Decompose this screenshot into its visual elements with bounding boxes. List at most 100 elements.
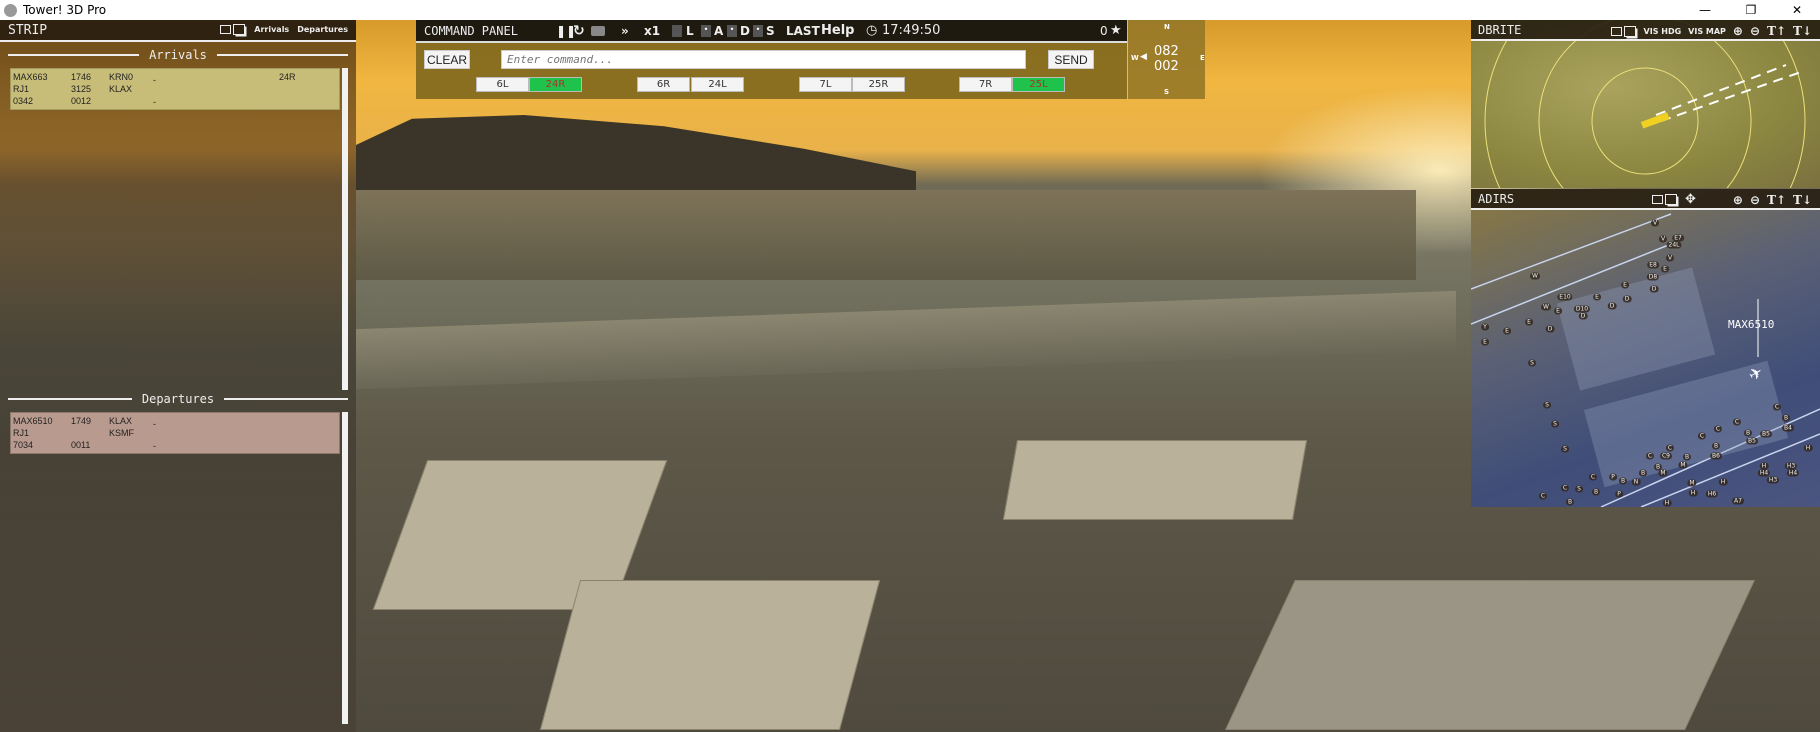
camera-icon[interactable]: [591, 25, 605, 36]
departure-strip[interactable]: MAX6510 RJ1 7034 1749 0011 KLAX KSMF - -: [10, 412, 340, 454]
filter-s[interactable]: S: [766, 24, 775, 38]
compass-west: W: [1131, 54, 1139, 62]
font-increase-icon[interactable]: T↑: [1767, 193, 1786, 207]
runway-button-24l[interactable]: 24L: [691, 77, 744, 92]
taxiway-label: B4: [1782, 424, 1794, 432]
taxiway-label: B: [1565, 498, 1575, 506]
command-input[interactable]: [501, 50, 1026, 69]
font-decrease-icon[interactable]: T↓: [1793, 24, 1812, 38]
move-icon[interactable]: ✥: [1685, 192, 1696, 207]
vis-map-button[interactable]: VIS MAP: [1688, 27, 1726, 36]
mountains: [356, 115, 916, 190]
send-button[interactable]: SEND: [1048, 50, 1094, 69]
last-button[interactable]: LAST: [786, 24, 820, 38]
taxiway-label: D: [1578, 312, 1588, 320]
zoom-out-icon[interactable]: ⊖: [1750, 24, 1760, 38]
taxiway-label: B: [1682, 453, 1692, 461]
taxiway-label: E10: [1557, 293, 1573, 301]
aircraft-callsign-label[interactable]: MAX6510: [1728, 318, 1774, 331]
strip-field[interactable]: -: [153, 75, 156, 85]
taxiway-label: Y: [1481, 323, 1489, 331]
taxiway-label: E: [1554, 307, 1562, 315]
restart-icon[interactable]: ↻: [573, 23, 585, 39]
speed-multiplier[interactable]: x1: [644, 24, 660, 38]
strip-header: STRIP Arrivals Departures: [0, 20, 356, 42]
taxiway-label: H3: [1784, 462, 1798, 470]
wind-heading: 082: [1154, 44, 1179, 59]
runway-button-7l[interactable]: 7L: [799, 77, 852, 92]
arrival-strip[interactable]: MAX663 RJ1 0342 1746 3125 0012 KRN0 KLAX…: [10, 68, 340, 110]
restore-button[interactable]: ❐: [1728, 0, 1774, 20]
help-button[interactable]: Help: [821, 23, 854, 38]
filter-a[interactable]: A: [714, 24, 723, 38]
runway-line: [1471, 213, 1672, 290]
filter-l-box[interactable]: [672, 24, 682, 37]
runway-button-25r[interactable]: 25R: [852, 77, 905, 92]
tab-departures[interactable]: Departures: [297, 25, 348, 34]
filter-a-box[interactable]: •: [701, 24, 711, 37]
font-decrease-icon[interactable]: T↓: [1793, 193, 1812, 207]
strip-origin: KLAX: [109, 416, 133, 426]
strip-squawk: 0342: [13, 96, 34, 106]
runway-button-24r[interactable]: 24R: [529, 77, 582, 92]
taxiway-label: B5: [1746, 437, 1758, 445]
dbrite-panel[interactable]: DBRITE VIS HDG VIS MAP ⊕ ⊖ T↑ T↓: [1471, 20, 1820, 188]
departures-scrollbar[interactable]: [342, 412, 348, 724]
tab-arrivals[interactable]: Arrivals: [254, 25, 289, 34]
undock-window-icon[interactable]: [220, 23, 246, 36]
minimize-button[interactable]: —: [1682, 0, 1728, 20]
undock-window-icon[interactable]: [1652, 193, 1678, 206]
taxiway-label: C: [1645, 452, 1655, 460]
filter-l[interactable]: L: [686, 24, 694, 38]
strip-field[interactable]: -: [153, 441, 156, 451]
vis-hdg-button[interactable]: VIS HDG: [1644, 27, 1682, 36]
font-increase-icon[interactable]: T↑: [1767, 24, 1786, 38]
star-icon: ★: [1110, 23, 1122, 38]
taxiway-label: V: [1650, 219, 1660, 227]
zoom-out-icon[interactable]: ⊖: [1750, 193, 1760, 207]
zoom-in-icon[interactable]: ⊕: [1733, 24, 1743, 38]
taxiway-label: H3: [1766, 476, 1780, 484]
taxiway-label: S: [1561, 445, 1569, 453]
zoom-in-icon[interactable]: ⊕: [1733, 193, 1743, 207]
strip-field[interactable]: -: [153, 97, 156, 107]
taxiway-label: C: [1713, 425, 1723, 433]
strip-callsign: MAX6510: [13, 416, 53, 426]
filter-d-box[interactable]: •: [727, 24, 737, 37]
runway-button-6r[interactable]: 6R: [637, 77, 690, 92]
app-icon: [4, 3, 17, 17]
departures-section-title: Departures: [8, 392, 348, 406]
taxiway-label: M: [1678, 461, 1688, 469]
strip-time: 1749: [71, 416, 92, 426]
filter-d[interactable]: D: [740, 24, 750, 38]
runway-button-7r[interactable]: 7R: [959, 77, 1012, 92]
filter-s-box[interactable]: •: [753, 24, 763, 37]
strip-field[interactable]: -: [153, 419, 156, 429]
taxiway-label: B: [1618, 477, 1628, 485]
runway-button-25l[interactable]: 25L: [1012, 77, 1065, 92]
taxiway-label: D8: [1646, 273, 1660, 281]
strip-callsign: MAX663: [13, 72, 48, 82]
taxiway-label: N: [1631, 478, 1641, 486]
strip-destination: KSMF: [109, 428, 135, 438]
taxiway-label: P: [1609, 473, 1617, 481]
taxiway-label: E: [1593, 293, 1601, 301]
close-button[interactable]: ✕: [1774, 0, 1820, 20]
undock-window-icon[interactable]: [1610, 25, 1637, 38]
fast-forward-icon[interactable]: »: [621, 24, 629, 38]
strip-altitude: 3125: [71, 84, 92, 94]
adirs-panel[interactable]: ADIRS ✥ ⊕ ⊖ T↑ T↓ V V E7 24L V E8 E W D8 E D E10 E D W…: [1471, 189, 1820, 507]
arrivals-scrollbar[interactable]: [342, 68, 348, 390]
taxiway-label: S: [1575, 485, 1583, 493]
command-panel: COMMAND PANEL ❚❚ ↻ » x1 L • A • D • S LA…: [416, 20, 1127, 99]
taxiway-label: E: [1481, 338, 1489, 346]
dbrite-title: DBRITE: [1478, 22, 1522, 37]
taxiway-label: H6: [1705, 490, 1719, 498]
window-titlebar: Tower! 3D Pro — ❐ ✕: [0, 0, 1820, 20]
taxiway-label: B6: [1710, 452, 1722, 460]
clear-button[interactable]: CLEAR: [424, 50, 470, 69]
taxiway-label: C: [1538, 492, 1548, 500]
wind-arrow-icon: ◀: [1140, 52, 1147, 62]
runway-button-6l[interactable]: 6L: [476, 77, 529, 92]
taxiway-label: B: [1781, 414, 1791, 422]
